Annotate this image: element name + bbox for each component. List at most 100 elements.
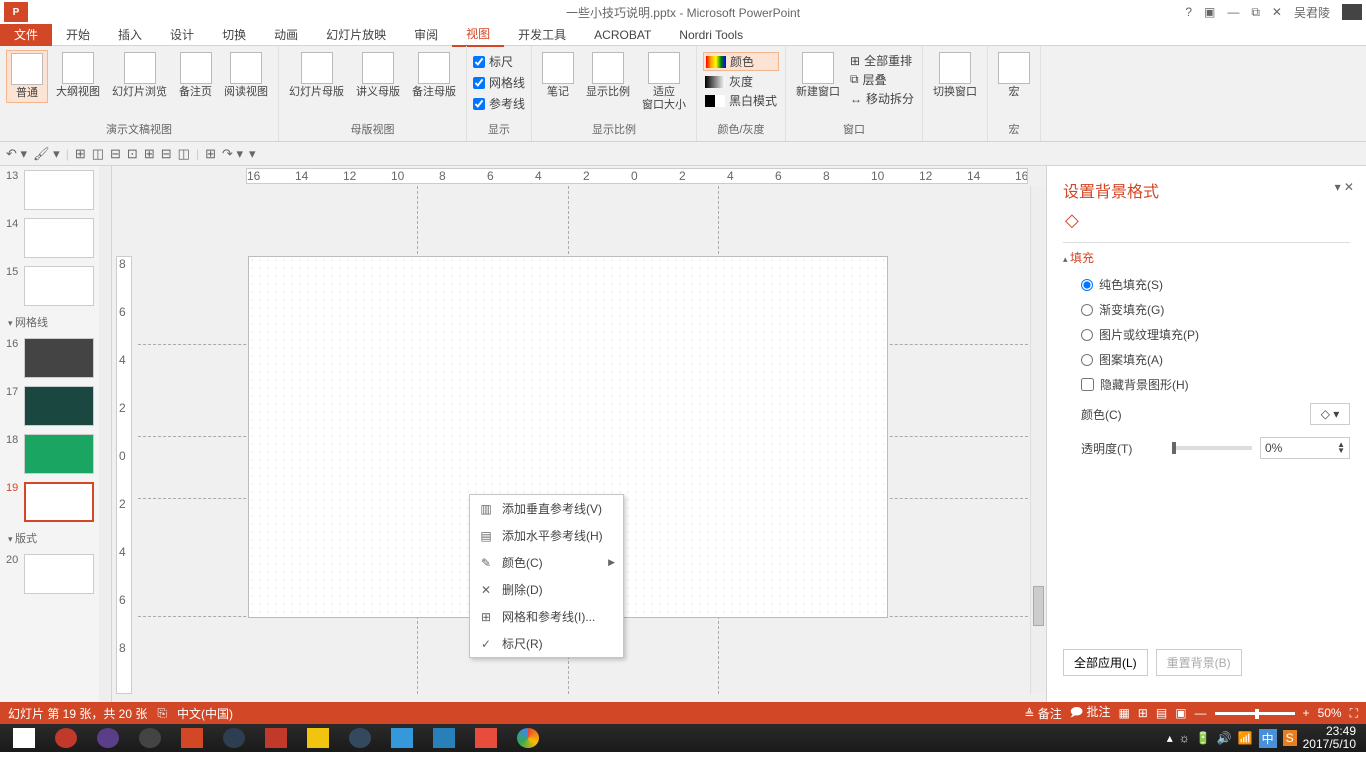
tab-insert[interactable]: 插入 — [104, 23, 156, 46]
slide-thumb-14[interactable]: 14 — [0, 214, 111, 262]
view-notes-page-button[interactable]: 备注页 — [175, 50, 216, 101]
taskbar-app-3[interactable] — [130, 724, 170, 752]
pattern-fill-radio[interactable]: 图案填充(A) — [1063, 347, 1350, 372]
zoom-button[interactable]: 显示比例 — [582, 50, 634, 101]
guides-checkbox[interactable]: 参考线 — [473, 94, 525, 113]
ctx-add-horizontal-guide[interactable]: ▤添加水平参考线(H) — [470, 522, 623, 549]
fit-to-window-icon[interactable]: ⛶ — [1350, 706, 1358, 721]
tab-slideshow[interactable]: 幻灯片放映 — [312, 23, 400, 46]
taskbar-clock[interactable]: 23:49 2017/5/10 — [1303, 725, 1356, 751]
thumbnail-scrollbar[interactable] — [99, 166, 111, 702]
slide-thumb-15[interactable]: 15 — [0, 262, 111, 310]
apply-all-button[interactable]: 全部应用(L) — [1063, 649, 1148, 676]
move-split-button[interactable]: ↔移动拆分 — [848, 90, 916, 107]
qat-btn-5[interactable]: ⊞ — [144, 146, 155, 162]
pane-dropdown-icon[interactable]: ▾ ✕ — [1335, 180, 1354, 194]
qat-more-button[interactable]: ▾ — [249, 146, 256, 162]
tab-design[interactable]: 设计 — [156, 23, 208, 46]
close-icon[interactable]: ✕ — [1272, 5, 1282, 19]
ctx-add-vertical-guide[interactable]: ▥添加垂直参考线(V) — [470, 495, 623, 522]
fit-window-button[interactable]: 适应 窗口大小 — [638, 50, 690, 114]
switch-windows-button[interactable]: 切换窗口 — [929, 50, 981, 101]
undo-button[interactable]: ↶ ▾ — [6, 146, 27, 162]
tab-acrobat[interactable]: ACROBAT — [580, 25, 665, 45]
qat-btn-4[interactable]: ⊡ — [127, 146, 138, 162]
new-window-button[interactable]: 新建窗口 — [792, 50, 844, 101]
grayscale-mode-button[interactable]: 灰度 — [703, 73, 779, 90]
taskbar-app-1[interactable] — [46, 724, 86, 752]
qat-btn-6[interactable]: ⊟ — [161, 146, 172, 162]
slide-master-button[interactable]: 幻灯片母版 — [285, 50, 348, 101]
zoom-level[interactable]: 50% — [1318, 706, 1342, 720]
view-outline-button[interactable]: 大纲视图 — [52, 50, 104, 101]
section-layout[interactable]: 版式 — [0, 526, 111, 550]
avatar[interactable] — [1342, 4, 1362, 20]
redo-button[interactable]: ↷ ▾ — [222, 146, 243, 162]
tab-animations[interactable]: 动画 — [260, 23, 312, 46]
notes-master-button[interactable]: 备注母版 — [408, 50, 460, 101]
ctx-color[interactable]: ✎颜色(C)▶ — [470, 549, 623, 576]
handout-master-button[interactable]: 讲义母版 — [352, 50, 404, 101]
view-sorter-button[interactable]: 幻灯片浏览 — [108, 50, 171, 101]
color-mode-button[interactable]: 颜色 — [703, 52, 779, 71]
taskbar-app-10[interactable] — [466, 724, 506, 752]
slide-thumb-17[interactable]: 17 — [0, 382, 111, 430]
tab-developer[interactable]: 开发工具 — [504, 23, 580, 46]
tray-ime-icon[interactable]: 中 — [1259, 729, 1277, 748]
macros-button[interactable]: 宏 — [994, 50, 1034, 101]
view-normal-button[interactable]: 普通 — [6, 50, 48, 103]
slide-thumb-16[interactable]: 16 — [0, 334, 111, 382]
comments-toggle[interactable]: 🗩 批注 — [1070, 703, 1111, 724]
qat-btn-8[interactable]: ⊞ — [205, 146, 216, 162]
taskbar-powerpoint[interactable] — [172, 724, 212, 752]
user-name[interactable]: 吴君陵 — [1294, 4, 1330, 21]
hide-bg-graphics-checkbox[interactable]: 隐藏背景图形(H) — [1063, 372, 1350, 397]
slide-thumb-18[interactable]: 18 — [0, 430, 111, 478]
taskbar-app-8[interactable] — [382, 724, 422, 752]
tray-icon-2[interactable]: S — [1283, 730, 1297, 746]
taskbar-app-4[interactable] — [214, 724, 254, 752]
notes-toggle[interactable]: ≜ 备注 — [1024, 705, 1061, 722]
tab-review[interactable]: 审阅 — [400, 23, 452, 46]
arrange-all-button[interactable]: ⊞全部重排 — [848, 52, 916, 69]
transparency-spinner[interactable]: 0%▲▼ — [1260, 437, 1350, 459]
taskbar-app-6[interactable] — [298, 724, 338, 752]
reading-view-icon[interactable]: ▤ — [1156, 706, 1167, 720]
slide-thumb-20[interactable]: 20 — [0, 550, 111, 598]
ctx-grid-and-guides[interactable]: ⊞网格和参考线(I)... — [470, 603, 623, 630]
qat-btn-1[interactable]: ⊞ — [75, 146, 86, 162]
format-painter-button[interactable]: 🖌 ▾ — [33, 146, 60, 162]
tab-view[interactable]: 视图 — [452, 22, 504, 47]
picture-fill-radio[interactable]: 图片或纹理填充(P) — [1063, 322, 1350, 347]
restore-icon[interactable]: ⧉ — [1251, 5, 1260, 20]
solid-fill-radio[interactable]: 纯色填充(S) — [1063, 272, 1350, 297]
view-reading-button[interactable]: 阅读视图 — [220, 50, 272, 101]
sorter-view-icon[interactable]: ⊞ — [1138, 706, 1148, 720]
slideshow-view-icon[interactable]: ▣ — [1175, 706, 1186, 720]
fill-tool-icon[interactable]: ◇ — [1065, 210, 1089, 234]
tray-icon-1[interactable]: ☼ — [1179, 731, 1190, 745]
ctx-ruler[interactable]: ✓标尺(R) — [470, 630, 623, 657]
tab-transitions[interactable]: 切换 — [208, 23, 260, 46]
qat-btn-2[interactable]: ◫ — [92, 146, 104, 162]
ruler-checkbox[interactable]: 标尺 — [473, 52, 525, 71]
spellcheck-icon[interactable]: ⎘ — [157, 706, 167, 721]
tray-network-icon[interactable]: 📶 — [1238, 731, 1253, 745]
color-picker-button[interactable]: ◇ ▾ — [1310, 403, 1350, 425]
qat-btn-7[interactable]: ◫ — [178, 146, 190, 162]
zoom-slider[interactable] — [1215, 712, 1295, 715]
taskbar-app-5[interactable] — [256, 724, 296, 752]
slide-thumb-19[interactable]: 19 — [0, 478, 111, 526]
start-button[interactable] — [4, 724, 44, 752]
tray-expand-icon[interactable]: ▴ — [1167, 731, 1173, 745]
normal-view-icon[interactable]: ▦ — [1118, 706, 1129, 720]
qat-btn-3[interactable]: ⊟ — [110, 146, 121, 162]
file-tab[interactable]: 文件 — [0, 24, 52, 46]
taskbar-app-2[interactable] — [88, 724, 128, 752]
help-icon[interactable]: ? — [1185, 5, 1192, 19]
gridlines-checkbox[interactable]: 网格线 — [473, 73, 525, 92]
tab-nordri[interactable]: Nordri Tools — [665, 25, 757, 45]
notes-button[interactable]: 笔记 — [538, 50, 578, 101]
canvas-scrollbar[interactable] — [1030, 186, 1046, 694]
gradient-fill-radio[interactable]: 渐变填充(G) — [1063, 297, 1350, 322]
